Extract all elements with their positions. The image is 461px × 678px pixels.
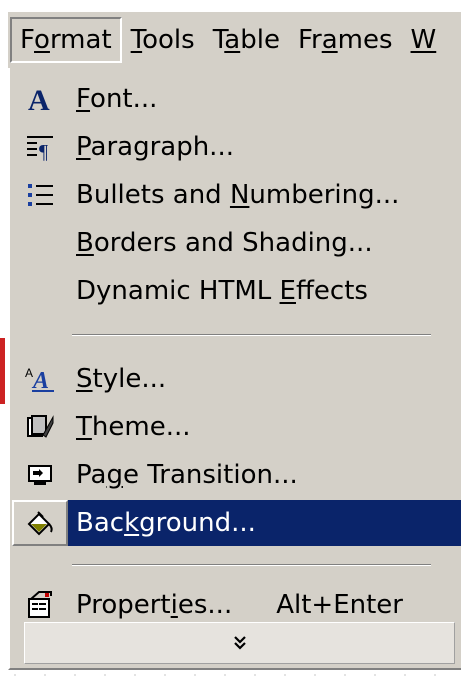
menu-bar: Format Tools Table Frames W bbox=[8, 12, 461, 68]
document-margin-mark bbox=[0, 338, 5, 404]
menu-format-label: Format bbox=[20, 25, 112, 55]
menu-frames-label: Frames bbox=[297, 25, 393, 55]
menu-item-properties-label: Properties... bbox=[76, 590, 233, 620]
menu-table-label: Table bbox=[212, 25, 280, 55]
menu-separator bbox=[72, 334, 431, 336]
menu-item-page-transition[interactable]: Page Transition... bbox=[12, 452, 461, 498]
menu-item-dynamic-html-label: Dynamic HTML Effects bbox=[76, 276, 368, 306]
svg-text:A: A bbox=[28, 84, 50, 114]
font-icon: A bbox=[12, 76, 68, 122]
bullets-icon bbox=[12, 172, 68, 218]
menu-item-bullets-label: Bullets and Numbering... bbox=[76, 180, 400, 210]
menu-item-font-label: Font... bbox=[76, 84, 158, 114]
svg-text:¶: ¶ bbox=[39, 141, 48, 161]
menu-item-background[interactable]: Background... bbox=[12, 500, 461, 546]
menu-item-background-label: Background... bbox=[76, 508, 256, 538]
menu-item-properties-shortcut: Alt+Enter bbox=[276, 590, 403, 620]
menu-table[interactable]: Table bbox=[204, 18, 289, 62]
theme-icon bbox=[12, 404, 68, 450]
paragraph-icon: ¶ bbox=[12, 124, 68, 170]
format-menu-dropdown: A Font... ¶ Paragraph... Bullets and Num… bbox=[8, 68, 461, 670]
svg-text:A: A bbox=[25, 366, 33, 380]
menu-item-paragraph-label: Paragraph... bbox=[76, 132, 234, 162]
menu-item-font[interactable]: A Font... bbox=[12, 76, 461, 122]
menu-separator bbox=[72, 564, 431, 566]
style-icon: A A bbox=[12, 356, 68, 402]
menu-item-bullets[interactable]: Bullets and Numbering... bbox=[12, 172, 461, 218]
menu-item-style-label: Style... bbox=[76, 364, 167, 394]
page-transition-icon bbox=[12, 452, 68, 498]
menu-item-theme[interactable]: Theme... bbox=[12, 404, 461, 450]
menu-item-theme-label: Theme... bbox=[76, 412, 191, 442]
menu-item-borders-shading-label: Borders and Shading... bbox=[76, 228, 373, 258]
double-chevron-down-icon bbox=[232, 628, 248, 658]
menu-format[interactable]: Format bbox=[10, 17, 122, 63]
menu-item-paragraph[interactable]: ¶ Paragraph... bbox=[12, 124, 461, 170]
menu-item-dynamic-html[interactable]: Dynamic HTML Effects bbox=[12, 268, 461, 314]
menu-item-borders-shading[interactable]: Borders and Shading... bbox=[12, 220, 461, 266]
menu-item-style[interactable]: A A Style... bbox=[12, 356, 461, 402]
menu-item-page-transition-label: Page Transition... bbox=[76, 460, 298, 490]
expand-menu-button[interactable] bbox=[24, 622, 455, 664]
menu-tools-label: Tools bbox=[130, 25, 195, 55]
background-icon bbox=[12, 500, 68, 546]
menu-window[interactable]: W bbox=[402, 18, 446, 62]
menu-window-label: W bbox=[410, 25, 437, 55]
menu-tools[interactable]: Tools bbox=[122, 18, 204, 62]
menu-frames[interactable]: Frames bbox=[289, 18, 402, 62]
